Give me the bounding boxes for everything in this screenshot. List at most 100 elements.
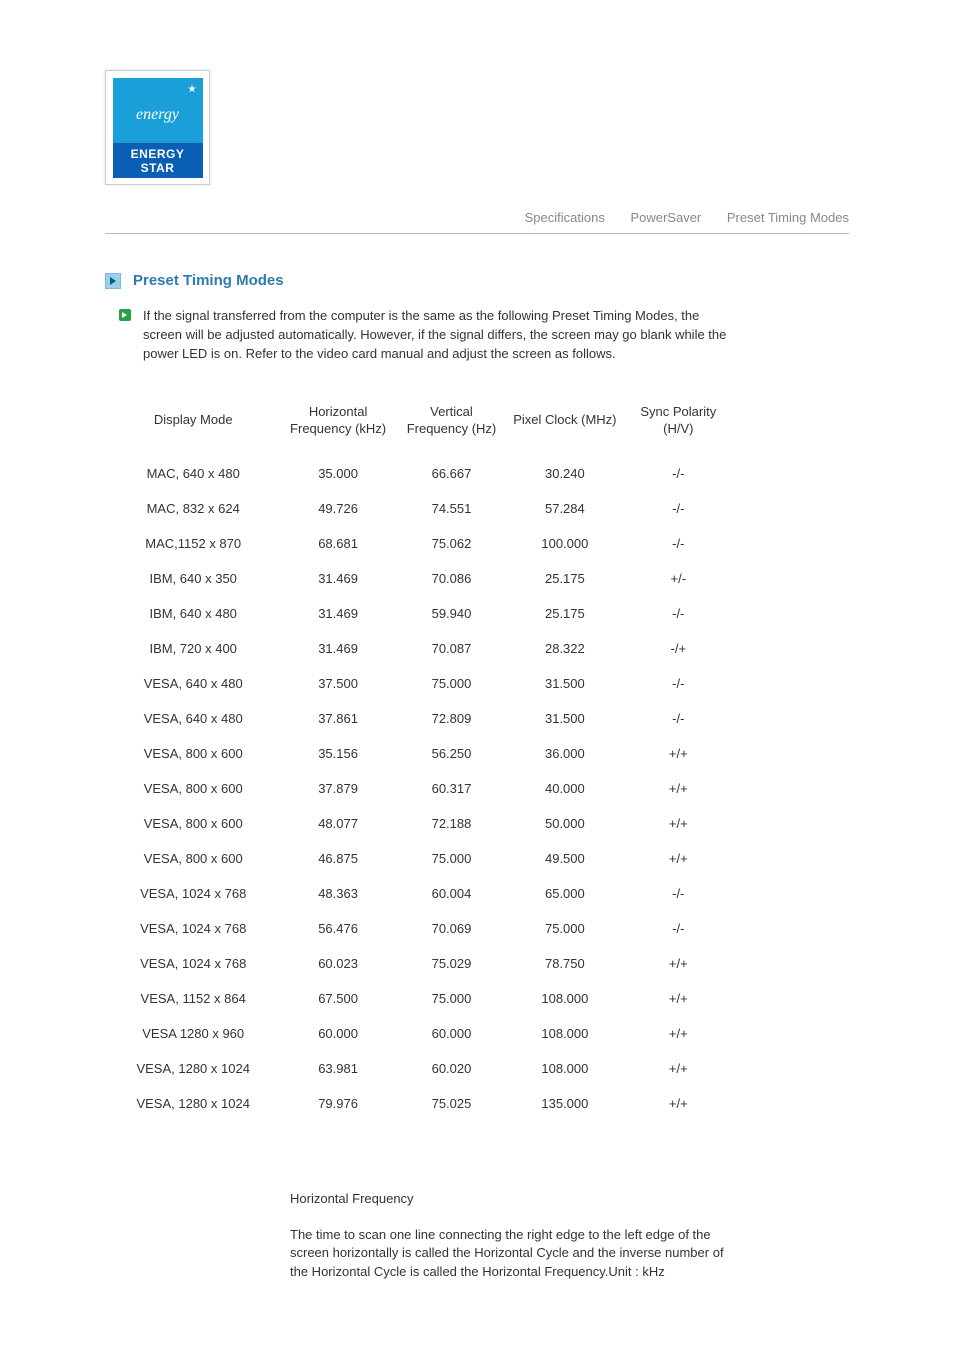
table-cell: 75.000 <box>395 841 508 876</box>
table-row: MAC, 832 x 62449.72674.55157.284-/- <box>105 491 735 526</box>
table-cell: 67.500 <box>281 981 394 1016</box>
table-row: VESA, 1280 x 102463.98160.020108.000+/+ <box>105 1051 735 1086</box>
table-cell: IBM, 720 x 400 <box>105 631 281 666</box>
table-cell: 66.667 <box>395 456 508 491</box>
table-cell: 79.976 <box>281 1086 394 1121</box>
table-cell: +/+ <box>622 1051 735 1086</box>
tab-powersaver[interactable]: PowerSaver <box>630 210 701 225</box>
table-row: VESA 1280 x 96060.00060.000108.000+/+ <box>105 1016 735 1051</box>
table-cell: 63.981 <box>281 1051 394 1086</box>
table-cell: 60.023 <box>281 946 394 981</box>
table-cell: 60.317 <box>395 771 508 806</box>
table-cell: 135.000 <box>508 1086 621 1121</box>
tab-preset-timing-modes[interactable]: Preset Timing Modes <box>727 210 849 225</box>
table-cell: +/+ <box>622 1016 735 1051</box>
table-cell: 65.000 <box>508 876 621 911</box>
table-cell: +/+ <box>622 736 735 771</box>
table-cell: -/- <box>622 911 735 946</box>
table-cell: VESA, 1024 x 768 <box>105 946 281 981</box>
table-row: IBM, 640 x 48031.46959.94025.175-/- <box>105 596 735 631</box>
table-cell: 46.875 <box>281 841 394 876</box>
table-row: VESA, 800 x 60046.87575.00049.500+/+ <box>105 841 735 876</box>
table-row: VESA, 800 x 60035.15656.25036.000+/+ <box>105 736 735 771</box>
tab-bar: Specifications PowerSaver Preset Timing … <box>105 210 849 234</box>
table-cell: VESA, 1152 x 864 <box>105 981 281 1016</box>
table-cell: VESA, 800 x 600 <box>105 736 281 771</box>
table-cell: 40.000 <box>508 771 621 806</box>
table-cell: 56.250 <box>395 736 508 771</box>
table-cell: 75.025 <box>395 1086 508 1121</box>
table-cell: 60.020 <box>395 1051 508 1086</box>
table-cell: IBM, 640 x 480 <box>105 596 281 631</box>
table-cell: 48.363 <box>281 876 394 911</box>
table-cell: +/+ <box>622 981 735 1016</box>
table-cell: 60.000 <box>395 1016 508 1051</box>
table-cell: 60.000 <box>281 1016 394 1051</box>
definition-title: Horizontal Frequency <box>290 1191 735 1206</box>
table-row: VESA, 1152 x 86467.50075.000108.000+/+ <box>105 981 735 1016</box>
table-row: VESA, 1024 x 76860.02375.02978.750+/+ <box>105 946 735 981</box>
table-cell: 70.087 <box>395 631 508 666</box>
table-cell: 50.000 <box>508 806 621 841</box>
table-cell: +/+ <box>622 946 735 981</box>
table-cell: VESA, 640 x 480 <box>105 666 281 701</box>
table-cell: 75.000 <box>395 666 508 701</box>
table-cell: 72.188 <box>395 806 508 841</box>
th-display-mode: Display Mode <box>105 389 281 456</box>
bullet-icon <box>119 309 131 321</box>
table-cell: 36.000 <box>508 736 621 771</box>
table-cell: -/- <box>622 701 735 736</box>
table-cell: 25.175 <box>508 596 621 631</box>
table-row: MAC, 640 x 48035.00066.66730.240-/- <box>105 456 735 491</box>
th-vertical-frequency: Vertical Frequency (Hz) <box>395 389 508 456</box>
energy-star-label: ENERGY STAR <box>113 143 203 178</box>
table-cell: -/+ <box>622 631 735 666</box>
th-sync-polarity: Sync Polarity (H/V) <box>622 389 735 456</box>
table-cell: 72.809 <box>395 701 508 736</box>
table-cell: +/- <box>622 561 735 596</box>
table-cell: 37.500 <box>281 666 394 701</box>
table-cell: 31.500 <box>508 701 621 736</box>
section-intro: If the signal transferred from the compu… <box>143 307 733 364</box>
table-row: IBM, 640 x 35031.46970.08625.175+/- <box>105 561 735 596</box>
table-cell: 31.500 <box>508 666 621 701</box>
table-cell: 31.469 <box>281 631 394 666</box>
timing-modes-table: Display Mode Horizontal Frequency (kHz) … <box>105 389 735 1121</box>
definition-body: The time to scan one line connecting the… <box>290 1226 735 1283</box>
table-cell: 108.000 <box>508 1051 621 1086</box>
table-cell: 30.240 <box>508 456 621 491</box>
th-horizontal-frequency: Horizontal Frequency (kHz) <box>281 389 394 456</box>
table-cell: 78.750 <box>508 946 621 981</box>
table-cell: 108.000 <box>508 981 621 1016</box>
section-arrow-icon <box>105 273 121 289</box>
table-cell: 70.069 <box>395 911 508 946</box>
table-row: VESA, 800 x 60037.87960.31740.000+/+ <box>105 771 735 806</box>
table-cell: -/- <box>622 491 735 526</box>
table-row: VESA, 800 x 60048.07772.18850.000+/+ <box>105 806 735 841</box>
table-cell: 75.062 <box>395 526 508 561</box>
table-cell: 70.086 <box>395 561 508 596</box>
table-cell: VESA, 1280 x 1024 <box>105 1086 281 1121</box>
section-heading: Preset Timing Modes <box>133 272 284 289</box>
table-cell: 25.175 <box>508 561 621 596</box>
table-cell: VESA, 1024 x 768 <box>105 876 281 911</box>
table-cell: +/+ <box>622 841 735 876</box>
table-cell: 100.000 <box>508 526 621 561</box>
table-cell: -/- <box>622 456 735 491</box>
table-row: IBM, 720 x 40031.46970.08728.322-/+ <box>105 631 735 666</box>
table-cell: VESA, 800 x 600 <box>105 806 281 841</box>
table-row: VESA, 1024 x 76848.36360.00465.000-/- <box>105 876 735 911</box>
table-cell: 35.156 <box>281 736 394 771</box>
table-cell: 56.476 <box>281 911 394 946</box>
table-cell: -/- <box>622 666 735 701</box>
table-cell: 108.000 <box>508 1016 621 1051</box>
table-cell: -/- <box>622 596 735 631</box>
table-cell: 75.000 <box>508 911 621 946</box>
table-cell: 49.500 <box>508 841 621 876</box>
table-cell: MAC,1152 x 870 <box>105 526 281 561</box>
table-cell: VESA, 800 x 600 <box>105 841 281 876</box>
table-cell: -/- <box>622 526 735 561</box>
table-cell: +/+ <box>622 771 735 806</box>
table-cell: 68.681 <box>281 526 394 561</box>
tab-specifications[interactable]: Specifications <box>525 210 605 225</box>
